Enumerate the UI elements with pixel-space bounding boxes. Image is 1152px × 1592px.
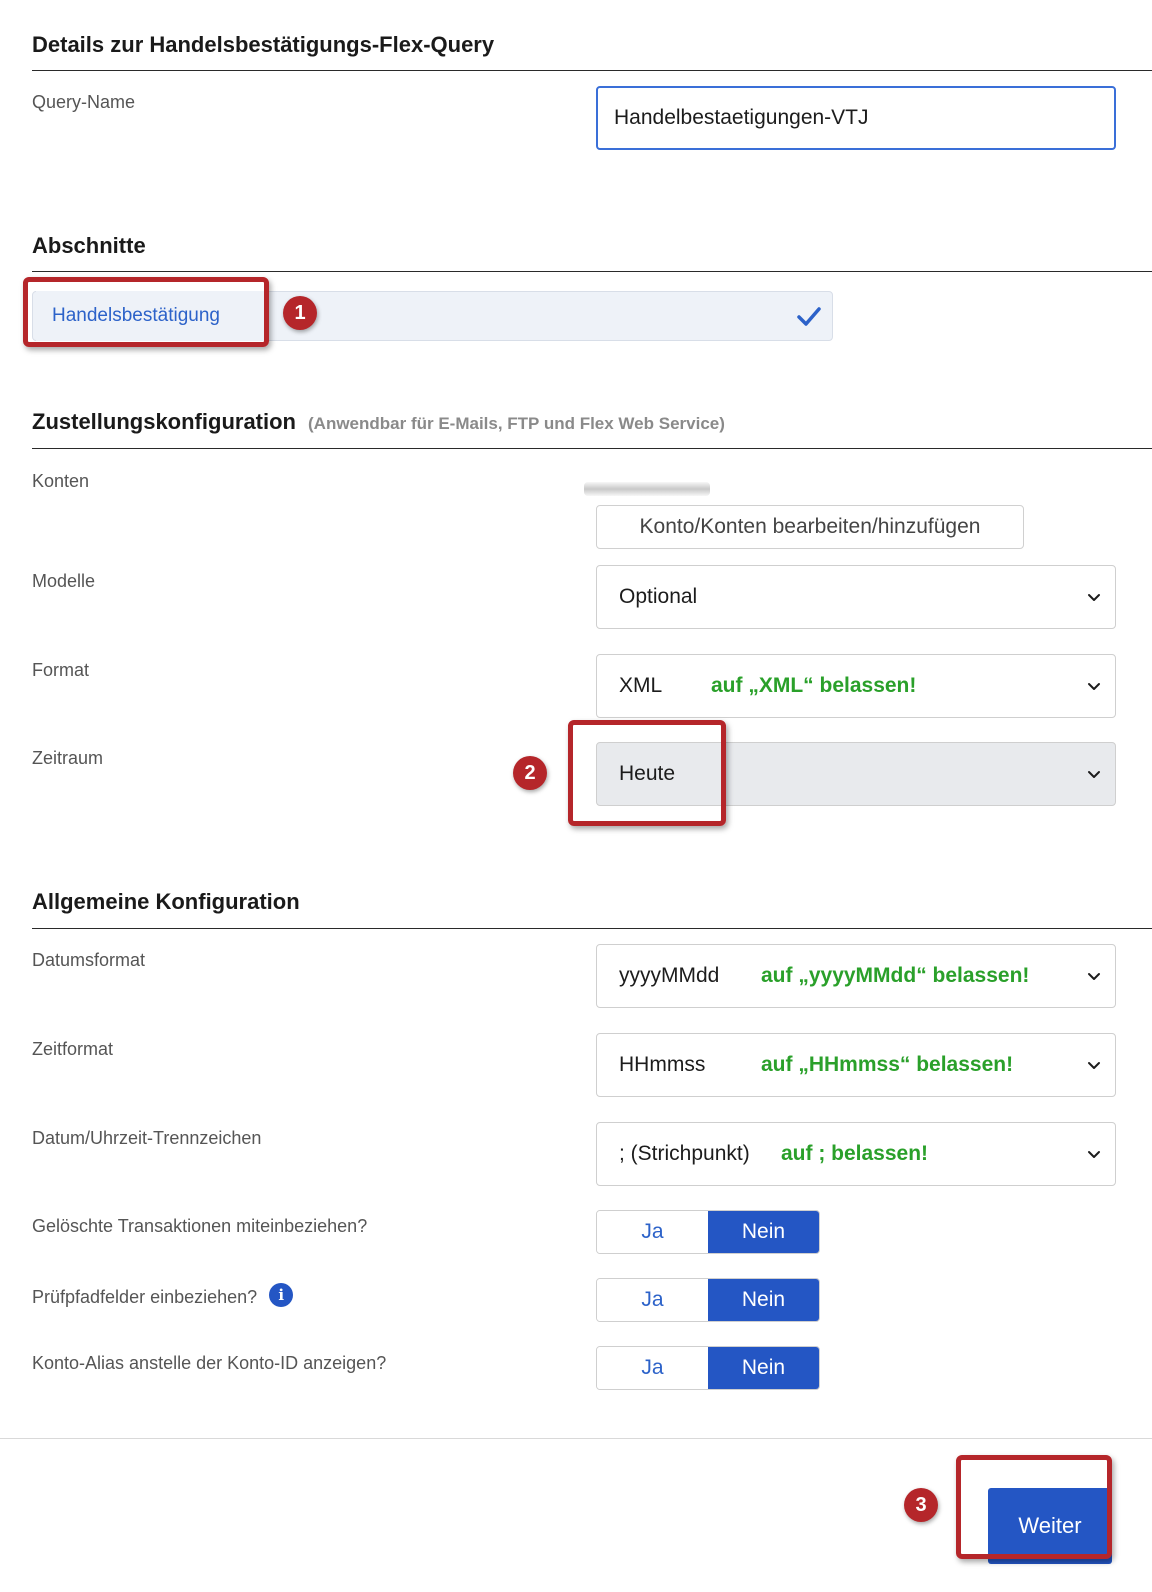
account-alias-yes[interactable]: Ja <box>597 1347 708 1389</box>
audit-trail-label: Prüfpfadfelder einbeziehen? <box>32 1286 258 1307</box>
annotation-marker-3: 3 <box>904 1488 938 1522</box>
format-label: Format <box>32 660 90 680</box>
divider <box>32 448 1152 449</box>
delivery-title: Zustellungskonfiguration (Anwendbar für E… <box>32 409 725 435</box>
separator-hint: auf ; belassen! <box>781 1142 929 1165</box>
accounts-redacted <box>584 482 710 496</box>
divider <box>32 271 1152 272</box>
check-icon <box>797 307 821 326</box>
query-name-label: Query-Name <box>32 92 136 112</box>
audit-trail-label-row: Prüfpfadfelder einbeziehen? i <box>32 1283 294 1310</box>
next-button[interactable]: Weiter <box>988 1488 1112 1564</box>
divider <box>32 928 1152 929</box>
separator-value: ; (Strichpunkt) <box>619 1142 750 1165</box>
account-alias-label: Konto-Alias anstelle der Konto-ID anzeig… <box>32 1353 387 1373</box>
chevron-down-icon <box>1088 973 1100 980</box>
section-item-label: Handelsbestätigung <box>52 305 220 326</box>
edit-accounts-button[interactable]: Konto/Konten bearbeiten/hinzufügen <box>596 505 1024 549</box>
footer-divider <box>0 1438 1152 1439</box>
general-title: Allgemeine Konfiguration <box>32 889 300 914</box>
include-deleted-label: Gelöschte Transaktionen miteinbeziehen? <box>32 1216 368 1236</box>
date-format-hint: auf „yyyyMMdd“ belassen! <box>761 964 1030 987</box>
query-name-value: Handelbestaetigungen-VTJ <box>614 106 869 129</box>
chevron-down-icon <box>1088 594 1100 601</box>
period-label: Zeitraum <box>32 748 104 768</box>
audit-trail-yes[interactable]: Ja <box>597 1279 708 1321</box>
chevron-down-icon <box>1088 1151 1100 1158</box>
time-format-label: Zeitformat <box>32 1039 114 1059</box>
format-hint: auf „XML“ belassen! <box>711 674 917 697</box>
period-select[interactable]: Heute <box>596 742 1116 806</box>
include-deleted-no[interactable]: Nein <box>708 1211 819 1253</box>
delivery-title-text: Zustellungskonfiguration <box>32 409 296 434</box>
chevron-down-icon <box>1088 683 1100 690</box>
sections-title: Abschnitte <box>32 233 146 258</box>
time-format-value: HHmmss <box>619 1053 706 1076</box>
chevron-down-icon <box>1088 1062 1100 1069</box>
divider <box>32 70 1152 71</box>
date-format-label: Datumsformat <box>32 950 146 970</box>
delivery-subtitle: (Anwendbar für E-Mails, FTP und Flex Web… <box>308 414 725 433</box>
time-format-hint: auf „HHmmss“ belassen! <box>761 1053 1014 1076</box>
date-format-select[interactable]: yyyyMMdd auf „yyyyMMdd“ belassen! <box>596 944 1116 1008</box>
accounts-label: Konten <box>32 471 90 491</box>
annotation-marker-2: 2 <box>513 756 547 790</box>
audit-trail-toggle[interactable]: Ja Nein <box>596 1278 820 1322</box>
separator-select[interactable]: ; (Strichpunkt) auf ; belassen! <box>596 1122 1116 1186</box>
info-icon[interactable]: i <box>269 1283 294 1307</box>
separator-label: Datum/Uhrzeit-Trennzeichen <box>32 1128 262 1148</box>
include-deleted-yes[interactable]: Ja <box>597 1211 708 1253</box>
account-alias-no[interactable]: Nein <box>708 1347 819 1389</box>
annotation-marker-1: 1 <box>283 296 317 330</box>
audit-trail-no[interactable]: Nein <box>708 1279 819 1321</box>
query-name-input[interactable]: Handelbestaetigungen-VTJ <box>596 86 1116 150</box>
models-select[interactable]: Optional <box>596 565 1116 629</box>
period-value: Heute <box>619 762 676 785</box>
chevron-down-icon <box>1088 771 1100 778</box>
models-label: Modelle <box>32 571 96 591</box>
format-select[interactable]: XML auf „XML“ belassen! <box>596 654 1116 718</box>
date-format-value: yyyyMMdd <box>619 964 720 987</box>
models-value: Optional <box>619 585 698 608</box>
account-alias-toggle[interactable]: Ja Nein <box>596 1346 820 1390</box>
section-item-handelsbestaetigung[interactable]: Handelsbestätigung <box>36 291 266 341</box>
time-format-select[interactable]: HHmmss auf „HHmmss“ belassen! <box>596 1033 1116 1097</box>
details-title: Details zur Handelsbestätigungs-Flex-Que… <box>32 32 495 57</box>
format-value: XML <box>619 674 663 697</box>
include-deleted-toggle[interactable]: Ja Nein <box>596 1210 820 1254</box>
